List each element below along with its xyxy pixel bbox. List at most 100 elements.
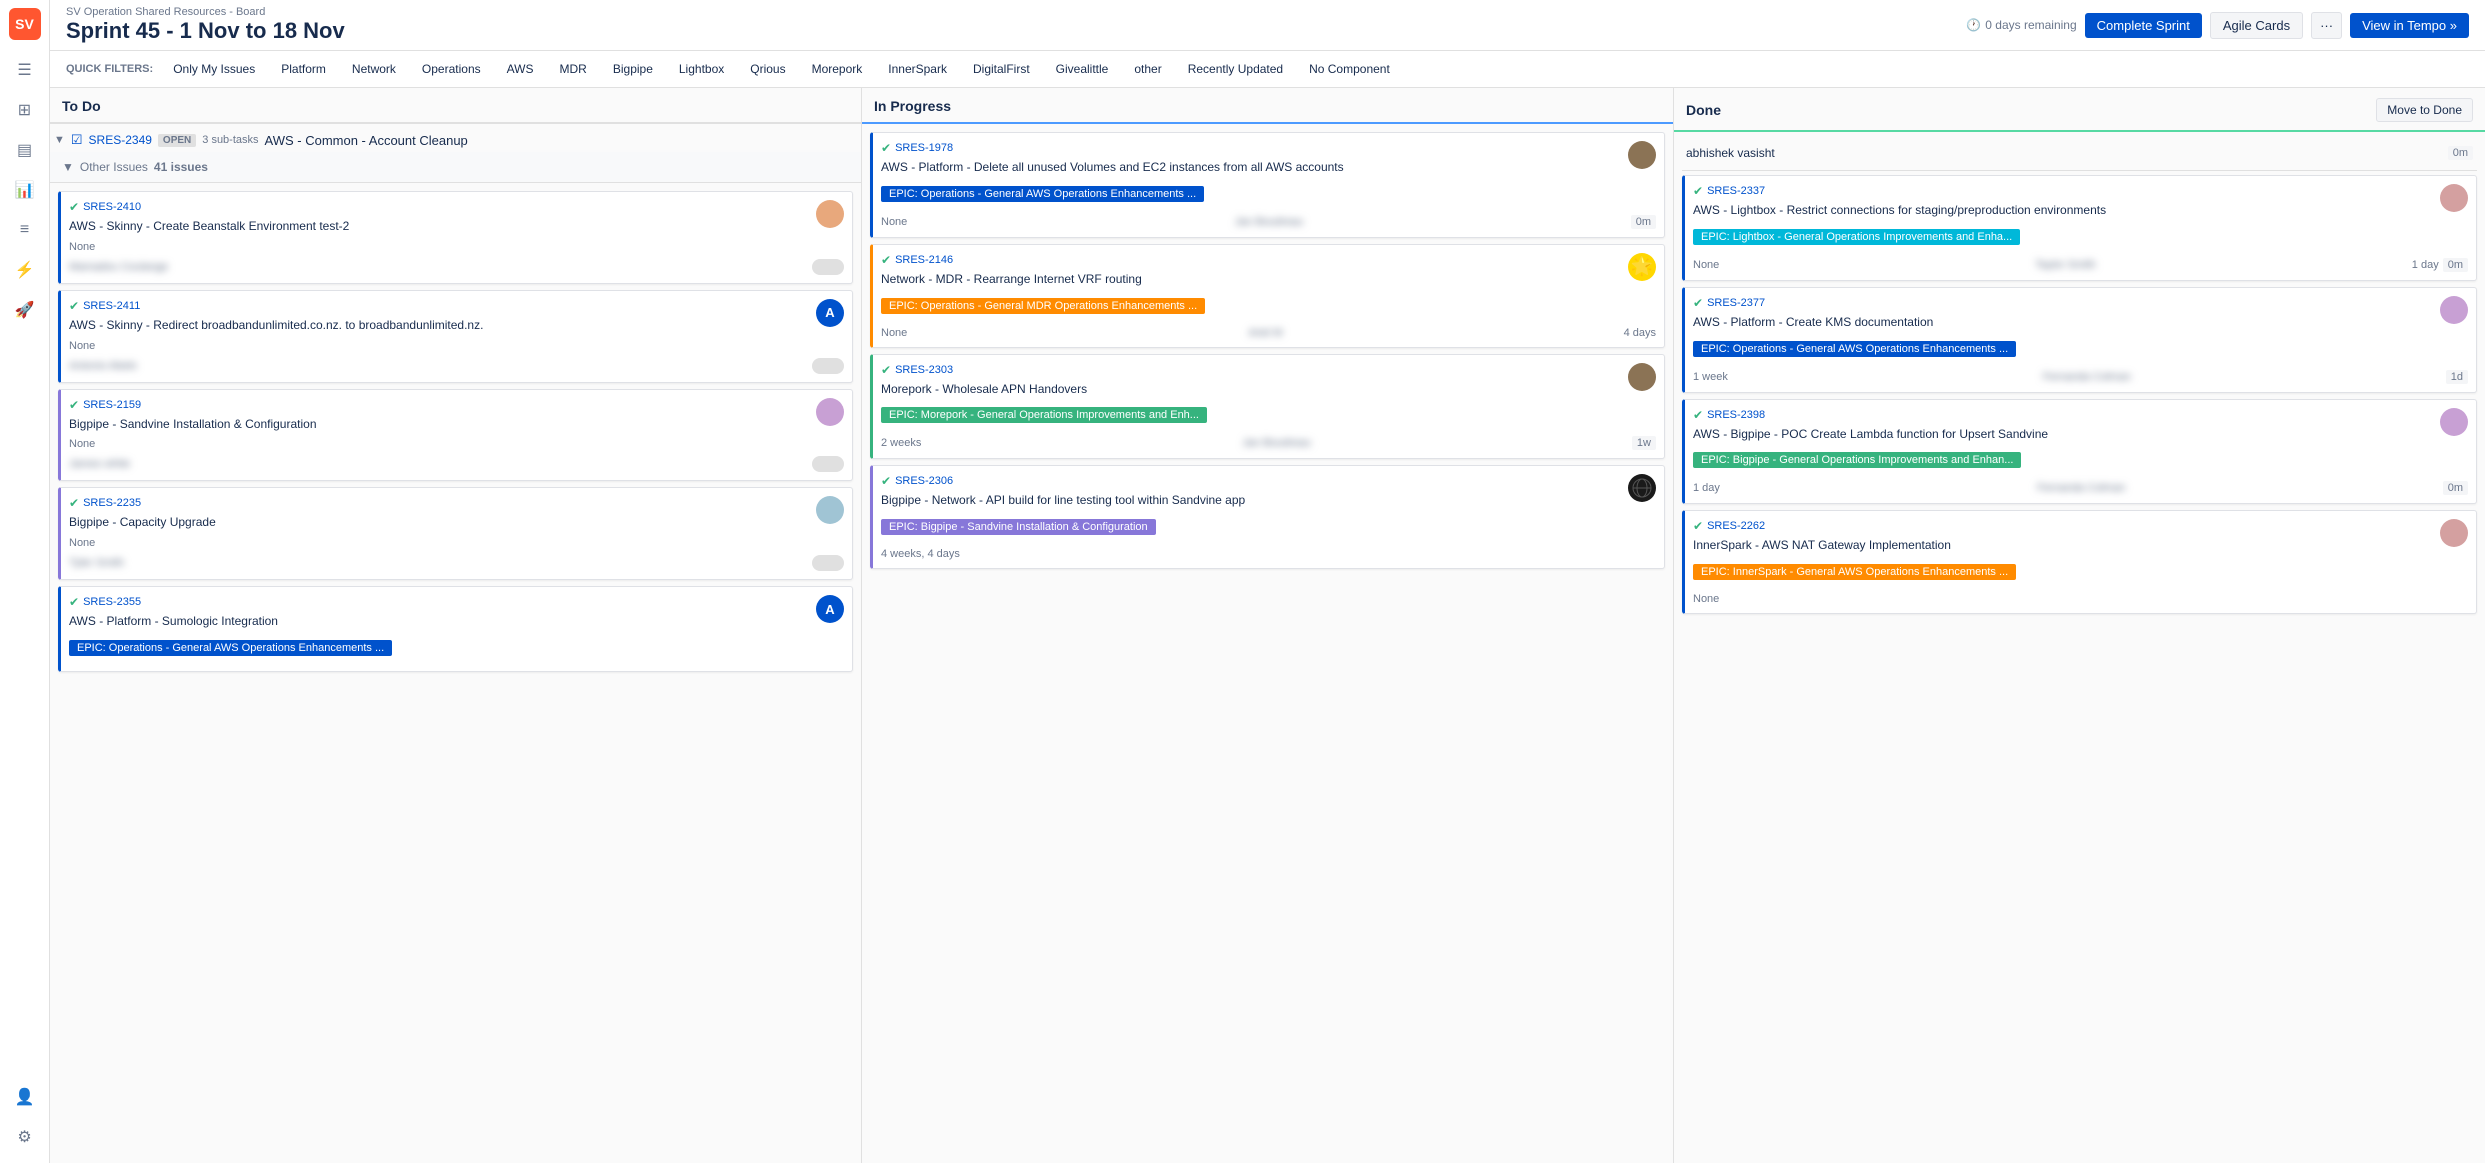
card-time: 0m (2443, 258, 2468, 272)
filter-operations[interactable]: Operations (412, 59, 491, 79)
card-sres-2146[interactable]: ✔ SRES-2146 Network - MDR - Rearrange In… (870, 244, 1665, 348)
move-to-done-button[interactable]: Move to Done (2376, 98, 2473, 122)
sidebar-settings-icon[interactable]: ⚙ (7, 1119, 43, 1155)
card-days: 2 weeks (881, 437, 921, 449)
sidebar-reports-icon[interactable]: 📊 (7, 172, 43, 208)
filter-network[interactable]: Network (342, 59, 406, 79)
card-key: SRES-2377 (1707, 297, 1765, 309)
card-toggle[interactable] (812, 358, 844, 374)
section-divider (1682, 170, 2477, 171)
filter-bigpipe[interactable]: Bigpipe (603, 59, 663, 79)
card-sres-2303[interactable]: ✔ SRES-2303 Morepork - Wholesale APN Han… (870, 354, 1665, 460)
more-options-button[interactable]: ··· (2311, 12, 2342, 39)
epic-label: EPIC: Operations - General MDR Operation… (881, 298, 1205, 314)
main-content: SV Operation Shared Resources - Board Sp… (50, 0, 2485, 1163)
card-sres-2159[interactable]: ✔ SRES-2159 Bigpipe - Sandvine Installat… (58, 389, 853, 482)
filter-lightbox[interactable]: Lightbox (669, 59, 734, 79)
card-header: ✔ SRES-1978 AWS - Platform - Delete all … (881, 141, 1656, 182)
card-assignee-none: None (69, 241, 95, 253)
card-assignee-none: None (69, 340, 95, 352)
avatar: 🌟 (1628, 253, 1656, 281)
card-sres-2337[interactable]: ✔ SRES-2337 AWS - Lightbox - Restrict co… (1682, 175, 2477, 281)
filter-other[interactable]: other (1124, 59, 1171, 79)
epic-label: EPIC: Operations - General AWS Operation… (1693, 341, 2016, 357)
filter-no-component[interactable]: No Component (1299, 59, 1400, 79)
card-key: SRES-1978 (895, 142, 953, 154)
filter-morepork[interactable]: Morepork (802, 59, 873, 79)
card-toggle[interactable] (812, 555, 844, 571)
filter-qrious[interactable]: Qrious (740, 59, 795, 79)
sprint-title: Sprint 45 - 1 Nov to 18 Nov (66, 18, 345, 44)
avatar (1628, 363, 1656, 391)
view-in-tempo-button[interactable]: View in Tempo » (2350, 13, 2469, 38)
epic-key[interactable]: SRES-2349 (89, 133, 152, 147)
card-type-icon: ✔ (1693, 519, 1703, 533)
card-sres-2235[interactable]: ✔ SRES-2235 Bigpipe - Capacity Upgrade N… (58, 487, 853, 580)
card-type-icon: ✔ (69, 200, 79, 214)
filter-aws[interactable]: AWS (497, 59, 544, 79)
filter-recently-updated[interactable]: Recently Updated (1178, 59, 1293, 79)
sidebar-board-icon[interactable]: ⊞ (7, 92, 43, 128)
filter-platform[interactable]: Platform (271, 59, 336, 79)
filter-my-issues[interactable]: Only My Issues (163, 59, 265, 79)
done-assignee-row: abhishek vasisht 0m (1682, 140, 2477, 166)
card-sres-2262[interactable]: ✔ SRES-2262 InnerSpark - AWS NAT Gateway… (1682, 510, 2477, 614)
card-days: 1 day (2412, 259, 2439, 271)
card-toggle[interactable] (812, 456, 844, 472)
card-header: ✔ SRES-2303 Morepork - Wholesale APN Han… (881, 363, 1656, 404)
card-assignee-name: Fernanda Colman (2037, 482, 2125, 494)
card-assignee-name: Taylor Smith (2035, 259, 2096, 271)
quick-filters-bar: QUICK FILTERS: Only My Issues Platform N… (50, 51, 2485, 88)
epic-label: EPIC: InnerSpark - General AWS Operation… (1693, 564, 2016, 580)
filter-digitalfirst[interactable]: DigitalFirst (963, 59, 1040, 79)
sidebar-releases-icon[interactable]: 🚀 (7, 292, 43, 328)
card-type-icon: ✔ (1693, 184, 1703, 198)
other-issues-toggle[interactable]: ▼ (62, 160, 74, 174)
todo-column: To Do ▼ ☑ SRES-2349 OPEN 3 sub-tasks AWS… (50, 88, 862, 1163)
card-days: 4 days (1624, 327, 1656, 339)
sidebar-add-user-icon[interactable]: 👤 (7, 1079, 43, 1115)
sidebar-issues-icon[interactable]: ⚡ (7, 252, 43, 288)
card-sres-1978[interactable]: ✔ SRES-1978 AWS - Platform - Delete all … (870, 132, 1665, 238)
epic-toggle-icon[interactable]: ▼ (54, 134, 65, 146)
sidebar-backlog-icon[interactable]: ≡ (7, 212, 43, 248)
agile-cards-button[interactable]: Agile Cards (2210, 12, 2303, 39)
epic-label: EPIC: Operations - General AWS Operation… (69, 640, 392, 656)
card-sres-2306[interactable]: ✔ SRES-2306 Bigpipe - Network - API buil… (870, 465, 1665, 569)
card-sres-2410[interactable]: ✔ SRES-2410 AWS - Skinny - Create Beanst… (58, 191, 853, 284)
filter-innerspark[interactable]: InnerSpark (878, 59, 957, 79)
header-title-section: SV Operation Shared Resources - Board Sp… (66, 6, 345, 44)
sidebar-menu-icon[interactable]: ☰ (7, 52, 43, 88)
card-summary: Bigpipe - Capacity Upgrade (69, 514, 816, 531)
filter-mdr[interactable]: MDR (550, 59, 597, 79)
inprogress-column-header: In Progress (862, 88, 1673, 124)
card-footer: 1 day Fernanda Colman 0m (1693, 481, 2468, 495)
card-footer: None (1693, 593, 2468, 605)
card-type-icon: ✔ (881, 253, 891, 267)
card-header: ✔ SRES-2306 Bigpipe - Network - API buil… (881, 474, 1656, 515)
card-summary: AWS - Platform - Create KMS documentatio… (1693, 314, 2440, 331)
epic-check-icon: ☑ (71, 132, 83, 148)
filter-givealittle[interactable]: Givealittle (1046, 59, 1119, 79)
card-key: SRES-2411 (83, 300, 140, 312)
card-assignee-name: Tyler Smith (69, 557, 124, 569)
card-days: 1 week (1693, 371, 1728, 383)
card-sres-2398[interactable]: ✔ SRES-2398 AWS - Bigpipe - POC Create L… (1682, 399, 2477, 505)
card-summary: AWS - Skinny - Create Beanstalk Environm… (69, 218, 349, 235)
sidebar-roadmap-icon[interactable]: ▤ (7, 132, 43, 168)
card-meta: None (69, 537, 844, 549)
app-logo[interactable]: SV (9, 8, 41, 40)
time-remaining: 🕐 0 days remaining (1966, 18, 2076, 32)
card-assignee-name: Jan Boudreau (1242, 437, 1311, 449)
avatar (816, 496, 844, 524)
card-toggle[interactable] (812, 259, 844, 275)
card-sres-2411[interactable]: ✔ SRES-2411 AWS - Skinny - Redirect broa… (58, 290, 853, 383)
card-sres-2355[interactable]: ✔ SRES-2355 AWS - Platform - Sumologic I… (58, 586, 853, 672)
other-issues-label: Other Issues (80, 160, 148, 174)
sidebar: SV ☰ ⊞ ▤ 📊 ≡ ⚡ 🚀 👤 ⚙ (0, 0, 50, 1163)
card-sres-2377[interactable]: ✔ SRES-2377 AWS - Platform - Create KMS … (1682, 287, 2477, 393)
epic-row-sres2349[interactable]: ▼ ☑ SRES-2349 OPEN 3 sub-tasks AWS - Com… (50, 124, 861, 152)
epic-subtasks: 3 sub-tasks (202, 134, 258, 146)
done-column: Done Move to Done abhishek vasisht 0m ✔ (1674, 88, 2485, 1163)
complete-sprint-button[interactable]: Complete Sprint (2085, 13, 2202, 38)
